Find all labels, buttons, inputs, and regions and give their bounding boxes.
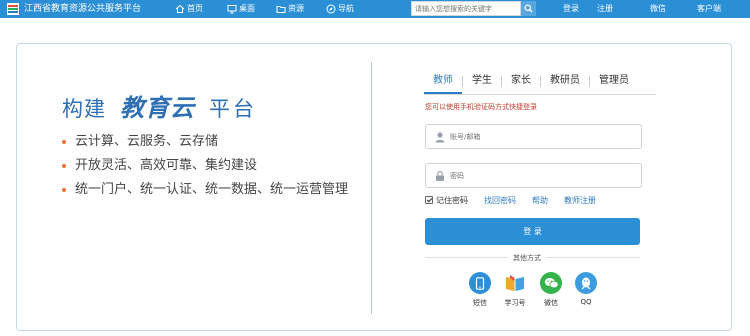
qq-icon xyxy=(575,272,597,294)
feature-list: 云计算、云服务、云存储 开放灵活、高效可靠、集约建设 统一门户、统一认证、统一数… xyxy=(62,130,348,202)
hero-slogan: 构建 教育云 平台 xyxy=(62,88,257,122)
feature-text: 开放灵活、高效可靠、集约建设 xyxy=(75,158,258,173)
remember-label[interactable]: 记住密码 xyxy=(436,195,468,206)
other-methods-label: 其他方式 xyxy=(508,253,546,263)
password-field[interactable] xyxy=(425,163,642,188)
feature-item: 开放灵活、高效可靠、集约建设 xyxy=(62,154,348,178)
nav-desktop-label: 桌面 xyxy=(239,4,255,13)
slogan-part3: 平台 xyxy=(209,97,257,121)
folder-icon xyxy=(276,6,286,13)
feature-item: 统一门户、统一认证、统一数据、统一运营管理 xyxy=(62,178,348,202)
nav-desktop[interactable]: 桌面 xyxy=(227,3,255,15)
user-icon xyxy=(435,131,445,142)
wechat-icon xyxy=(540,272,562,294)
slogan-part1: 构建 xyxy=(62,97,106,121)
bullet-icon xyxy=(62,164,66,168)
alt-login-label: 短信 xyxy=(473,299,487,307)
top-client-link[interactable]: 客户端 xyxy=(697,3,721,15)
feature-text: 云计算、云服务、云存储 xyxy=(75,134,219,149)
site-title[interactable]: 江西省教育资源公共服务平台 xyxy=(24,3,141,15)
remember-checkbox[interactable] xyxy=(425,196,433,204)
alt-login-wechat[interactable]: 微信 xyxy=(536,272,566,308)
top-wechat-link[interactable]: 微信 xyxy=(650,3,666,15)
tab-parent[interactable]: 家长 xyxy=(502,70,540,94)
top-login-link[interactable]: 登录 xyxy=(563,3,579,15)
nav-home[interactable]: 首页 xyxy=(175,3,203,15)
teacher-register-link[interactable]: 教师注册 xyxy=(564,195,596,206)
home-icon xyxy=(175,4,185,13)
help-link[interactable]: 帮助 xyxy=(532,195,548,206)
search-icon xyxy=(524,4,533,13)
nav-navigation-label: 导航 xyxy=(338,4,354,13)
tab-researcher[interactable]: 教研员 xyxy=(541,70,589,94)
top-register-link[interactable]: 注册 xyxy=(597,3,613,15)
feature-item: 云计算、云服务、云存储 xyxy=(62,130,348,154)
alt-login-study-id[interactable]: 学习号 xyxy=(500,272,530,308)
alt-login-label: QQ xyxy=(580,298,592,306)
nav-resources-label: 资源 xyxy=(288,4,304,13)
book-icon xyxy=(504,272,526,294)
phone-icon xyxy=(469,272,491,294)
bullet-icon xyxy=(62,188,66,192)
search-input[interactable] xyxy=(411,1,521,16)
nav-home-label: 首页 xyxy=(187,4,203,13)
monitor-icon xyxy=(227,5,237,14)
alt-login-sms[interactable]: 短信 xyxy=(465,272,495,308)
tab-student[interactable]: 学生 xyxy=(463,70,501,94)
alt-login-label: 微信 xyxy=(544,299,558,307)
account-input[interactable] xyxy=(450,132,630,141)
vertical-divider xyxy=(371,62,372,314)
bullet-icon xyxy=(62,140,66,144)
search-button[interactable] xyxy=(521,1,536,16)
slogan-part2: 教育云 xyxy=(120,93,195,122)
feature-text: 统一门户、统一认证、统一数据、统一运营管理 xyxy=(75,182,349,197)
nav-navigation[interactable]: 导航 xyxy=(326,3,354,15)
login-button[interactable]: 登 录 xyxy=(425,218,640,245)
tab-admin[interactable]: 管理员 xyxy=(590,70,638,94)
nav-resources[interactable]: 资源 xyxy=(276,3,304,15)
site-logo-icon xyxy=(7,3,19,15)
top-nav-bar: 江西省教育资源公共服务平台 首页 桌面 资源 导航 登录 注册 微信 客户端 xyxy=(0,0,750,18)
account-field[interactable] xyxy=(425,124,642,149)
sms-login-hint[interactable]: 您可以使用手机验证码方式快捷登录 xyxy=(425,102,537,112)
role-tabs: 教师 学生 家长 教研员 管理员 xyxy=(424,70,656,95)
forgot-password-link[interactable]: 找回密码 xyxy=(484,195,516,206)
password-input[interactable] xyxy=(450,171,630,180)
lock-icon xyxy=(436,170,444,181)
login-options: 记住密码 找回密码 帮助 教师注册 xyxy=(425,194,596,206)
compass-icon xyxy=(326,4,336,14)
alt-login-label: 学习号 xyxy=(504,299,526,307)
alt-login-qq[interactable]: QQ xyxy=(571,272,601,306)
tab-teacher[interactable]: 教师 xyxy=(424,70,462,94)
